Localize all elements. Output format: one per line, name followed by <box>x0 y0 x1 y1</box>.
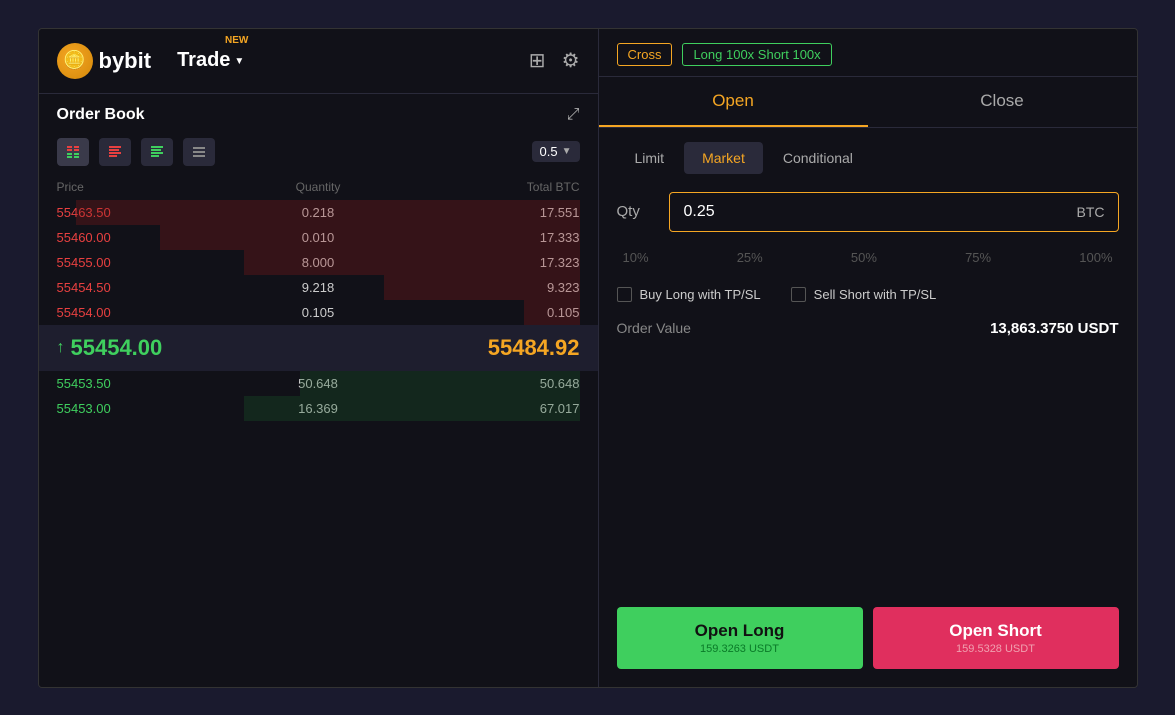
interval-value: 0.5 <box>540 144 558 159</box>
checkbox-row: Buy Long with TP/SL Sell Short with TP/S… <box>617 287 1119 302</box>
pct-25-button[interactable]: 25% <box>731 246 769 269</box>
conditional-tab[interactable]: Conditional <box>765 142 871 174</box>
order-book-controls: 0.5 ▼ <box>39 132 598 176</box>
cross-badge-button[interactable]: Cross <box>617 43 673 66</box>
buy-long-tpsl-checkbox-box <box>617 287 632 302</box>
expand-icon[interactable]: ⤢ <box>567 106 580 124</box>
open-long-label: Open Long <box>695 621 785 641</box>
new-badge: NEW <box>225 35 248 46</box>
price-up-arrow-icon: ↑ <box>57 339 65 357</box>
interval-selector[interactable]: 0.5 ▼ <box>532 141 580 162</box>
tab-open[interactable]: Open <box>599 77 868 127</box>
percent-row: 10% 25% 50% 75% 100% <box>617 246 1119 269</box>
qty-input[interactable] <box>669 192 1119 232</box>
view-lines-icon <box>191 144 207 160</box>
qty-input-wrapper: BTC <box>669 192 1119 232</box>
pct-50-button[interactable]: 50% <box>845 246 883 269</box>
grid-icon: ⊞ <box>529 50 546 72</box>
view-bids-icon <box>149 144 165 160</box>
open-close-tabs: Open Close <box>599 77 1137 128</box>
trade-button[interactable]: NEW Trade ▼ <box>177 49 244 72</box>
header: 🪙 bybit NEW Trade ▼ ⊞ ⚙ <box>39 29 598 94</box>
logo-icon: 🪙 <box>57 43 93 79</box>
view-lines-icon-button[interactable] <box>183 138 215 166</box>
pct-10-button[interactable]: 10% <box>617 246 655 269</box>
view-both-icon-button[interactable] <box>57 138 89 166</box>
interval-arrow-icon: ▼ <box>562 146 572 157</box>
view-asks-icon-button[interactable] <box>99 138 131 166</box>
total-column-header: Total BTC <box>405 180 579 194</box>
view-both-icon <box>65 144 81 160</box>
open-long-sub-label: 159.3263 USDT <box>700 643 779 655</box>
qty-label: Qty <box>617 203 657 220</box>
gear-icon: ⚙ <box>562 50 580 72</box>
table-row: 55453.00 16.369 67.017 <box>39 396 598 421</box>
order-type-tabs: Limit Market Conditional <box>599 128 1137 174</box>
buy-long-tpsl-checkbox[interactable]: Buy Long with TP/SL <box>617 287 761 302</box>
action-buttons: Open Long 159.3263 USDT Open Short 159.5… <box>599 607 1137 687</box>
tab-close[interactable]: Close <box>868 77 1137 127</box>
order-value-amount: 13,863.3750 USDT <box>990 320 1118 337</box>
table-row: 55453.50 50.648 50.648 <box>39 371 598 396</box>
right-top-bar: Cross Long 100x Short 100x <box>599 29 1137 77</box>
qty-row: Qty BTC <box>617 192 1119 232</box>
table-row: 55460.00 0.010 17.333 <box>39 225 598 250</box>
view-icons <box>57 138 215 166</box>
right-panel: Cross Long 100x Short 100x Open Close Li… <box>599 29 1137 687</box>
order-book-header: Order Book ⤢ <box>39 94 598 132</box>
open-long-button[interactable]: Open Long 159.3263 USDT <box>617 607 863 669</box>
table-row: 55454.50 9.218 9.323 <box>39 275 598 300</box>
pct-100-button[interactable]: 100% <box>1073 246 1118 269</box>
pct-75-button[interactable]: 75% <box>959 246 997 269</box>
table-header: Price Quantity Total BTC <box>39 176 598 200</box>
limit-tab[interactable]: Limit <box>617 142 683 174</box>
open-short-label: Open Short <box>949 621 1042 641</box>
grid-icon-button[interactable]: ⊞ <box>529 48 546 73</box>
view-bids-icon-button[interactable] <box>141 138 173 166</box>
sell-short-tpsl-checkbox-box <box>791 287 806 302</box>
market-tab[interactable]: Market <box>684 142 763 174</box>
sell-short-tpsl-label: Sell Short with TP/SL <box>814 287 937 302</box>
mid-price-row: ↑ 55454.00 55484.92 <box>39 325 598 371</box>
table-row: 55454.00 0.105 0.105 <box>39 300 598 325</box>
qty-unit: BTC <box>1077 204 1105 220</box>
mid-price-left: ↑ 55454.00 <box>57 335 163 361</box>
mid-price-secondary: 55484.92 <box>488 335 580 361</box>
left-panel: 🪙 bybit NEW Trade ▼ ⊞ ⚙ Order Book ⤢ <box>39 29 599 687</box>
order-book-title: Order Book <box>57 106 145 124</box>
quantity-column-header: Quantity <box>231 180 405 194</box>
logo-area: 🪙 bybit <box>57 43 152 79</box>
asks-area: 55463.50 0.218 17.551 55460.00 0.010 17.… <box>39 200 598 325</box>
form-area: Qty BTC 10% 25% 50% 75% 100% Buy Long wi… <box>599 174 1137 607</box>
bids-area: 55453.50 50.648 50.648 55453.00 16.369 6… <box>39 371 598 421</box>
header-icons: ⊞ ⚙ <box>529 48 580 73</box>
open-short-sub-label: 159.5328 USDT <box>956 643 1035 655</box>
leverage-badge-button[interactable]: Long 100x Short 100x <box>682 43 831 66</box>
order-value-label: Order Value <box>617 320 691 336</box>
view-asks-icon <box>107 144 123 160</box>
table-row: 55455.00 8.000 17.323 <box>39 250 598 275</box>
mid-price-value: 55454.00 <box>71 335 163 361</box>
order-value-row: Order Value 13,863.3750 USDT <box>617 320 1119 337</box>
table-row: 55463.50 0.218 17.551 <box>39 200 598 225</box>
price-column-header: Price <box>57 180 231 194</box>
buy-long-tpsl-label: Buy Long with TP/SL <box>640 287 761 302</box>
logo-text: bybit <box>99 48 152 74</box>
trade-label: Trade <box>177 49 230 72</box>
trade-arrow-icon: ▼ <box>234 56 244 67</box>
sell-short-tpsl-checkbox[interactable]: Sell Short with TP/SL <box>791 287 937 302</box>
open-short-button[interactable]: Open Short 159.5328 USDT <box>873 607 1119 669</box>
order-book-section: Order Book ⤢ <box>39 94 598 687</box>
settings-icon-button[interactable]: ⚙ <box>562 48 580 73</box>
